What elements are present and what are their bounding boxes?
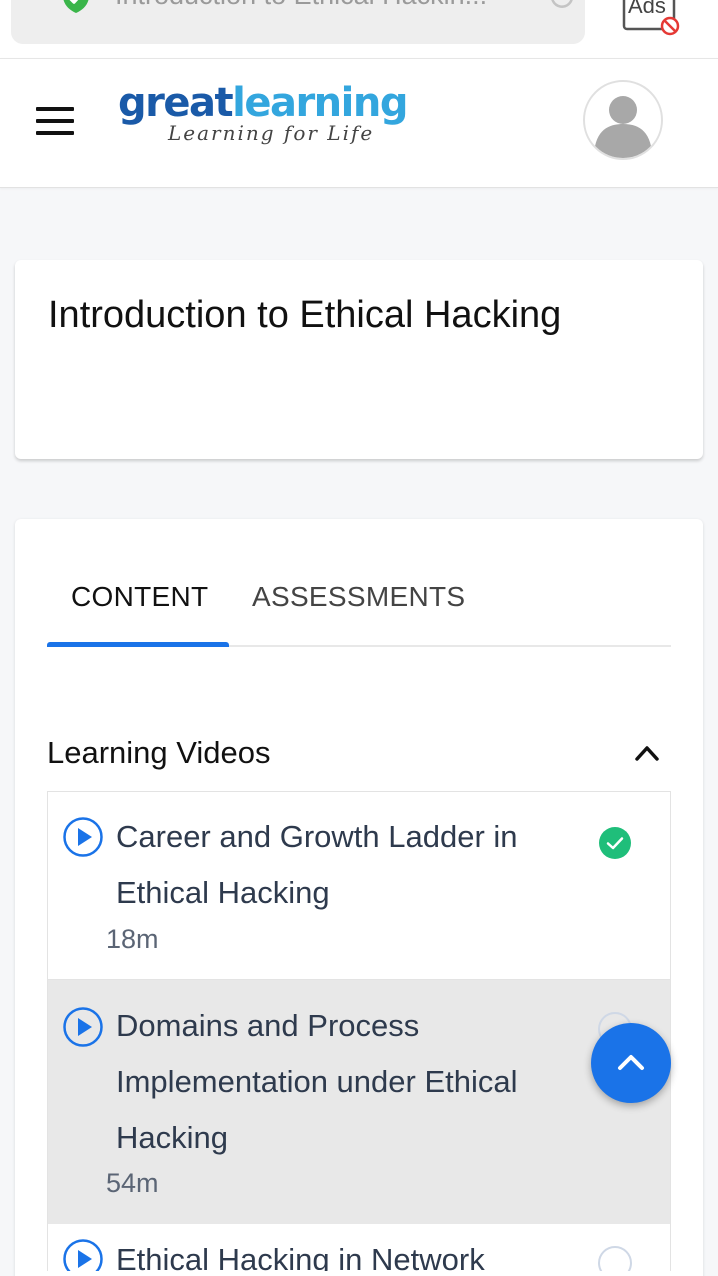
reload-icon[interactable] xyxy=(545,0,579,14)
video-item-1[interactable]: Career and Growth Ladder in Ethical Hack… xyxy=(48,792,670,980)
section-title: Learning Videos xyxy=(47,735,271,770)
ads-label: Ads xyxy=(628,0,666,18)
logo-tagline: Learning for Life xyxy=(168,121,375,145)
video-item-3[interactable]: Ethical Hacking in Network xyxy=(48,1224,670,1271)
chevron-up-icon[interactable] xyxy=(633,743,661,763)
ad-block-icon[interactable]: Ads xyxy=(620,0,684,42)
tab-content[interactable]: CONTENT xyxy=(71,581,208,613)
page-url-title[interactable]: Introduction to Ethical Hackin... xyxy=(115,0,487,11)
incomplete-status-icon xyxy=(598,1246,632,1271)
course-title-card: Introduction to Ethical Hacking xyxy=(15,260,703,459)
address-bar[interactable]: Introduction to Ethical Hackin... xyxy=(11,0,585,44)
play-icon[interactable] xyxy=(62,1006,104,1048)
user-silhouette-icon xyxy=(587,84,659,158)
tab-bar: CONTENT ASSESSMENTS xyxy=(47,569,671,647)
tab-assessments[interactable]: ASSESSMENTS xyxy=(252,581,465,613)
video-title: Domains and Process Implementation under… xyxy=(116,1008,518,1155)
greatlearning-logo[interactable]: greatlearning Learning for Life xyxy=(118,81,408,145)
active-tab-indicator xyxy=(47,642,229,647)
video-title: Career and Growth Ladder in Ethical Hack… xyxy=(116,819,518,910)
shield-check-icon xyxy=(63,0,89,13)
browser-bar: Introduction to Ethical Hackin... Ads xyxy=(0,0,718,58)
video-list: Career and Growth Ladder in Ethical Hack… xyxy=(47,791,671,1271)
play-icon[interactable] xyxy=(62,1238,104,1271)
app-header: greatlearning Learning for Life xyxy=(0,58,718,188)
video-item-2[interactable]: Domains and Process Implementation under… xyxy=(48,980,670,1224)
video-duration: 54m xyxy=(106,1168,159,1198)
scroll-to-top-button[interactable] xyxy=(591,1023,671,1103)
course-content-card: CONTENT ASSESSMENTS Learning Videos Care… xyxy=(15,519,703,1276)
play-icon[interactable] xyxy=(62,816,104,858)
chevron-up-icon xyxy=(618,1055,644,1070)
learning-videos-toggle[interactable]: Learning Videos xyxy=(47,733,671,777)
page-title: Introduction to Ethical Hacking xyxy=(48,294,562,336)
avatar[interactable] xyxy=(583,80,663,160)
completed-check-icon xyxy=(599,827,631,859)
hamburger-menu-icon[interactable] xyxy=(36,107,74,135)
video-title: Ethical Hacking in Network xyxy=(116,1242,485,1271)
video-duration: 18m xyxy=(106,924,159,954)
